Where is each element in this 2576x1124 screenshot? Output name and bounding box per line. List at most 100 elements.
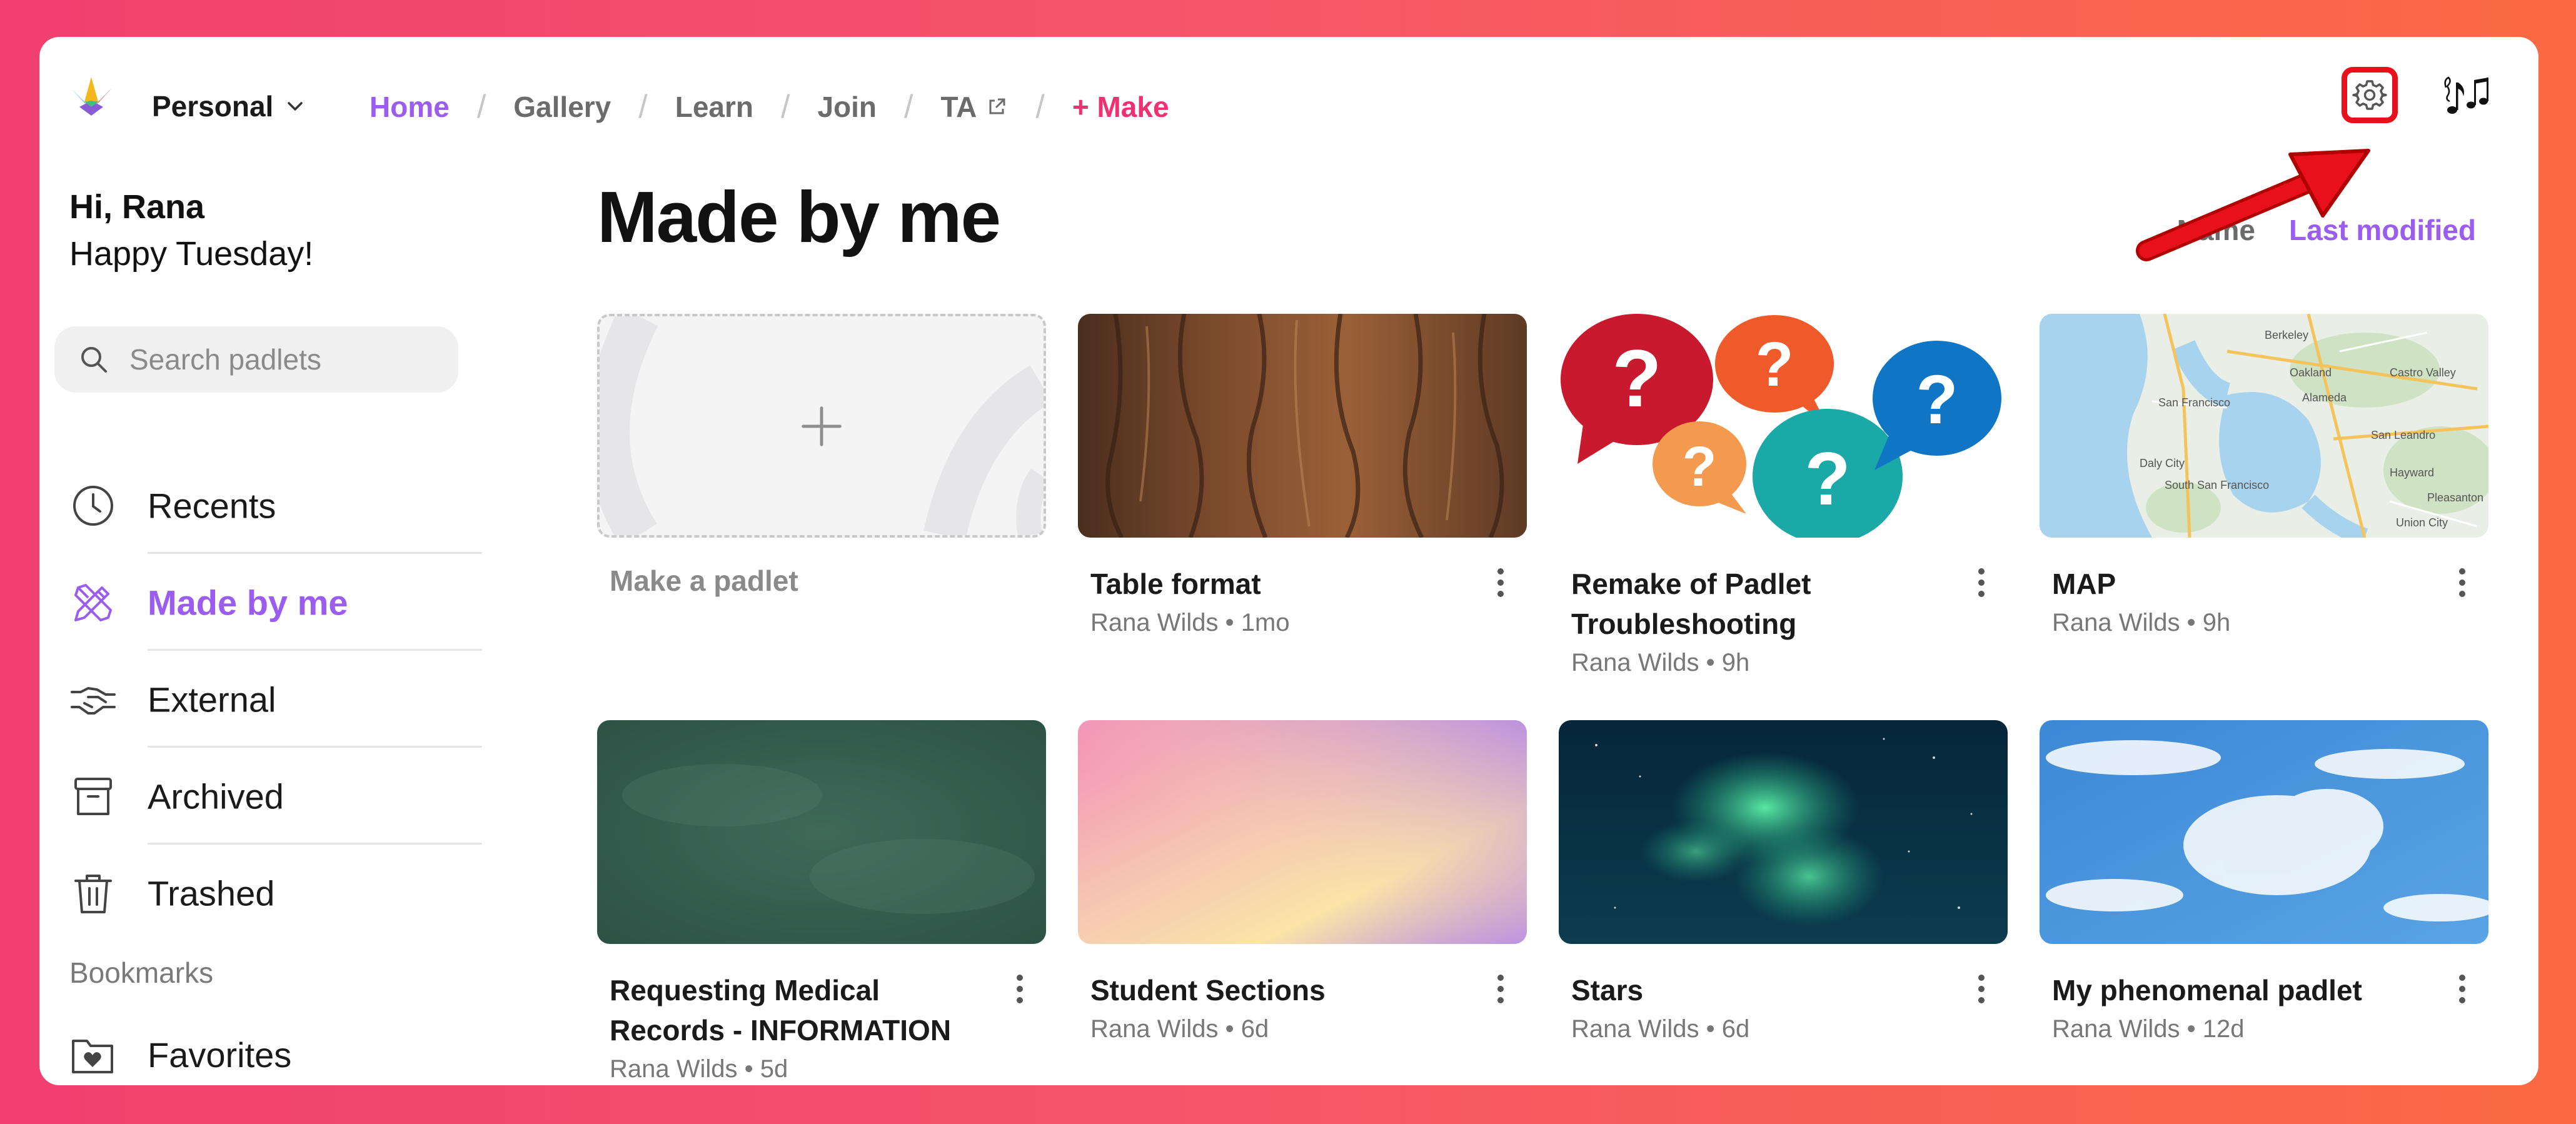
svg-text:?: ? bbox=[1612, 333, 1661, 424]
aurora-image bbox=[1559, 720, 2008, 944]
plus-icon bbox=[600, 316, 1044, 535]
app-window: Personal Home / Gallery / Learn / Join /… bbox=[39, 37, 2538, 1085]
greeting-message: Happy Tuesday! bbox=[69, 234, 314, 273]
svg-text:Oakland: Oakland bbox=[2290, 366, 2332, 379]
chevron-down-icon bbox=[288, 102, 303, 111]
padlet-thumbnail[interactable] bbox=[597, 720, 1046, 944]
nav-separator: / bbox=[904, 89, 913, 125]
padlet-title[interactable]: Requesting Medical Records - INFORMATION bbox=[610, 970, 972, 1050]
greeting: Hi, Rana Happy Tuesday! bbox=[69, 187, 313, 274]
sidebar-item-label: External bbox=[148, 680, 276, 719]
svg-text:San Leandro: San Leandro bbox=[2371, 429, 2435, 441]
sidebar-item-label: Archived bbox=[148, 776, 284, 816]
svg-text:Pleasanton: Pleasanton bbox=[2427, 491, 2483, 504]
nav-join[interactable]: Join bbox=[817, 93, 877, 121]
sidebar-item-recents[interactable]: Recents bbox=[69, 457, 482, 554]
padlet-meta: Rana Wilds • 6d bbox=[1571, 1015, 1749, 1043]
padlet-logo-icon[interactable] bbox=[66, 69, 117, 121]
sidebar-item-label: Trashed bbox=[148, 873, 275, 913]
sidebar-item-label: Favorites bbox=[148, 1035, 292, 1075]
padlet-title[interactable]: Stars bbox=[1571, 970, 1934, 1010]
svg-text:Berkeley: Berkeley bbox=[2265, 329, 2308, 341]
sidebar-item-label: Recents bbox=[148, 486, 276, 525]
nav-make[interactable]: + Make bbox=[1072, 93, 1169, 121]
more-options-icon[interactable] bbox=[2450, 564, 2475, 601]
workspace-label: Personal bbox=[152, 90, 274, 123]
svg-text:?: ? bbox=[1755, 329, 1793, 399]
trash-icon bbox=[74, 874, 112, 913]
padlet-author: Rana Wilds bbox=[1571, 649, 1699, 676]
more-options-icon[interactable] bbox=[2450, 970, 2475, 1008]
padlet-thumbnail[interactable] bbox=[2040, 720, 2488, 944]
nav-gallery[interactable]: Gallery bbox=[513, 93, 611, 121]
svg-text:Alameda: Alameda bbox=[2302, 391, 2347, 404]
padlet-thumbnail[interactable]: San Francisco Oakland Alameda San Leandro H… bbox=[2040, 314, 2488, 538]
sidebar-nav: Recents Made by me External Archived Tra… bbox=[69, 457, 482, 941]
tree-bark-image bbox=[1078, 314, 1527, 538]
heart-folder-icon bbox=[72, 1040, 113, 1073]
nav-separator: / bbox=[638, 89, 648, 125]
sky-clouds-image bbox=[2040, 720, 2488, 944]
search-bar bbox=[54, 326, 458, 393]
more-options-icon[interactable] bbox=[1488, 564, 1513, 601]
padlet-thumbnail[interactable]: ? ? ? ? ? bbox=[1559, 314, 2008, 538]
padlet-thumbnail[interactable] bbox=[1559, 720, 2008, 944]
sort-name[interactable]: Name bbox=[2177, 213, 2255, 247]
padlet-title[interactable]: Table format bbox=[1090, 564, 1453, 604]
padlet-title[interactable]: My phenomenal padlet bbox=[2052, 970, 2415, 1010]
padlet-meta: Rana Wilds • 5d bbox=[610, 1055, 788, 1083]
sidebar-item-made-by-me[interactable]: Made by me bbox=[69, 554, 482, 651]
padlet-author: Rana Wilds bbox=[610, 1055, 738, 1083]
sidebar-item-label: Made by me bbox=[148, 583, 348, 622]
padlet-meta: Rana Wilds • 9h bbox=[2052, 609, 2230, 637]
svg-text:?: ? bbox=[1683, 436, 1717, 498]
search-icon bbox=[81, 347, 107, 373]
svg-text:Hayward: Hayward bbox=[2390, 466, 2434, 479]
svg-text:South San Francisco: South San Francisco bbox=[2165, 479, 2269, 491]
top-navigation: Home / Gallery / Learn / Join / TA / + M… bbox=[370, 91, 1169, 123]
sidebar-item-archived[interactable]: Archived bbox=[69, 748, 482, 845]
more-options-icon[interactable] bbox=[1969, 970, 1994, 1008]
more-options-icon[interactable] bbox=[1969, 564, 1994, 601]
workspace-switcher[interactable]: Personal bbox=[152, 92, 306, 121]
sidebar-item-favorites[interactable]: Favorites bbox=[69, 1030, 482, 1085]
padlet-title[interactable]: Remake of Padlet Troubleshooting bbox=[1571, 564, 1934, 644]
padlet-author: Rana Wilds bbox=[1090, 1015, 1219, 1043]
clock-icon bbox=[73, 485, 113, 526]
sidebar-item-external[interactable]: External bbox=[69, 651, 482, 748]
nav-ta-label: TA bbox=[940, 91, 977, 123]
make-padlet-thumbnail[interactable] bbox=[597, 314, 1046, 538]
search-input[interactable] bbox=[128, 342, 456, 377]
gradient-image bbox=[1078, 720, 1527, 944]
sidebar-item-trashed[interactable]: Trashed bbox=[69, 845, 482, 941]
padlet-thumbnail[interactable] bbox=[1078, 314, 1527, 538]
padlet-author: Rana Wilds bbox=[1090, 609, 1219, 636]
page-title: Made by me bbox=[597, 176, 1001, 258]
sort-last-modified[interactable]: Last modified bbox=[2289, 213, 2476, 247]
pencil-ruler-icon bbox=[74, 583, 112, 621]
music-notes-icon bbox=[2444, 76, 2488, 114]
make-padlet-label: Make a padlet bbox=[610, 565, 798, 597]
bookmarks-heading: Bookmarks bbox=[69, 956, 214, 989]
avatar[interactable] bbox=[2433, 63, 2502, 132]
question-bubbles-image: ? ? ? ? ? bbox=[1559, 314, 2008, 538]
padlet-thumbnail[interactable] bbox=[1078, 720, 1527, 944]
padlet-meta: Rana Wilds • 6d bbox=[1090, 1015, 1269, 1043]
nav-learn[interactable]: Learn bbox=[675, 93, 753, 121]
padlet-meta: Rana Wilds • 9h bbox=[1571, 649, 1749, 677]
padlet-title[interactable]: MAP bbox=[2052, 564, 2415, 604]
handshake-icon bbox=[71, 686, 116, 715]
settings-button[interactable] bbox=[2342, 67, 2398, 123]
padlet-age: 12d bbox=[2202, 1015, 2245, 1043]
nav-separator: / bbox=[1035, 89, 1045, 125]
nav-separator: / bbox=[476, 89, 486, 125]
nav-home[interactable]: Home bbox=[370, 93, 450, 121]
nav-ta[interactable]: TA bbox=[940, 93, 1008, 121]
padlet-author: Rana Wilds bbox=[2052, 1015, 2180, 1043]
more-options-icon[interactable] bbox=[1488, 970, 1513, 1008]
chalkboard-image bbox=[597, 720, 1046, 944]
padlet-meta: Rana Wilds • 1mo bbox=[1090, 609, 1290, 637]
meta-separator: • bbox=[744, 1055, 753, 1083]
padlet-title[interactable]: Student Sections bbox=[1090, 970, 1453, 1010]
more-options-icon[interactable] bbox=[1007, 970, 1032, 1008]
